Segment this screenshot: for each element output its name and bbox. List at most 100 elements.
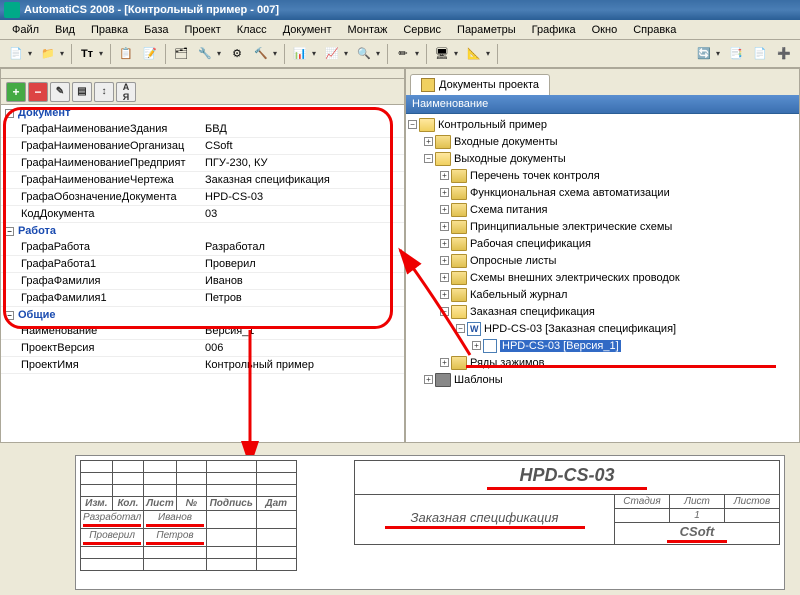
prop-row[interactable]: ГрафаФамилияИванов	[1, 273, 404, 290]
expand-icon[interactable]: +	[440, 205, 449, 214]
prop-row[interactable]: ГрафаНаименованиеЗданияБВД	[1, 121, 404, 138]
sort-button[interactable]: ↕	[94, 82, 114, 102]
expand-icon[interactable]: +	[440, 290, 449, 299]
menu-params[interactable]: Параметры	[449, 22, 524, 38]
tree-node[interactable]: +Перечень точек контроля	[408, 167, 797, 184]
folder-icon	[435, 152, 451, 166]
toolbar-btn-4[interactable]: 📝	[139, 43, 161, 65]
expand-icon[interactable]: +	[440, 171, 449, 180]
tree-root[interactable]: −Контрольный пример	[408, 116, 797, 133]
toolbar-btn-14[interactable]: 📐	[463, 43, 485, 65]
toolbar-btn-8[interactable]: 🔨	[250, 43, 272, 65]
project-tree[interactable]: −Контрольный пример +Входные документы −…	[406, 114, 799, 442]
prop-row[interactable]: ПроектИмяКонтрольный пример	[1, 357, 404, 374]
group-common[interactable]: − Общие	[1, 307, 404, 323]
expand-icon[interactable]: +	[440, 239, 449, 248]
az-button[interactable]: AЯ	[116, 82, 136, 102]
tree-node[interactable]: +Схемы внешних электрических проводок	[408, 269, 797, 286]
tree-node[interactable]: −Заказная спецификация	[408, 303, 797, 320]
expand-icon[interactable]: +	[440, 273, 449, 282]
menu-project[interactable]: Проект	[177, 22, 229, 38]
toolbar-btn-text[interactable]: Тт	[76, 43, 98, 65]
menu-document[interactable]: Документ	[275, 22, 340, 38]
expand-icon[interactable]: −	[408, 120, 417, 129]
col-sheets: Листов	[725, 495, 780, 509]
tree-node[interactable]: +Опросные листы	[408, 252, 797, 269]
toolbar-btn-9[interactable]: 📊	[289, 43, 311, 65]
drawing-code: HPD-CS-03	[355, 461, 780, 495]
properties-panel: + − ✎ ▤ ↕ AЯ − Документ ГрафаНаименовани…	[0, 68, 405, 443]
expand-icon[interactable]: +	[440, 188, 449, 197]
toolbar-btn-12[interactable]: ✏	[392, 43, 414, 65]
menu-window[interactable]: Окно	[584, 22, 626, 38]
toolbar-btn-13[interactable]: 🖥	[431, 43, 453, 65]
toolbar-btn-2[interactable]: 📁	[37, 43, 59, 65]
prop-row[interactable]: НаименованиеВерсия_1	[1, 323, 404, 340]
folder-icon	[451, 305, 467, 319]
expand-icon[interactable]: +	[424, 137, 433, 146]
toolbar-btn-10[interactable]: 📈	[321, 43, 343, 65]
collapse-icon[interactable]: −	[5, 109, 14, 118]
properties-toolbar: + − ✎ ▤ ↕ AЯ	[1, 79, 404, 105]
toolbar-btn-1[interactable]: 📄	[5, 43, 27, 65]
prop-row[interactable]: ГрафаНаименованиеЧертежаЗаказная специфи…	[1, 172, 404, 189]
group-document[interactable]: − Документ	[1, 105, 404, 121]
expand-icon[interactable]: +	[440, 358, 449, 367]
menu-class[interactable]: Класс	[229, 22, 275, 38]
toolbar-btn-5[interactable]: 🗂	[170, 43, 192, 65]
edit-button[interactable]: ✎	[50, 82, 70, 102]
toolbar-btn-3[interactable]: 📋	[115, 43, 137, 65]
expand-icon[interactable]: −	[424, 154, 433, 163]
collapse-icon[interactable]: −	[5, 227, 14, 236]
tab-project-docs[interactable]: Документы проекта	[410, 74, 550, 95]
tree-node[interactable]: +Кабельный журнал	[408, 286, 797, 303]
tree-node[interactable]: +Рабочая спецификация	[408, 235, 797, 252]
prop-row[interactable]: ПроектВерсия006	[1, 340, 404, 357]
menu-service[interactable]: Сервис	[395, 22, 449, 38]
toolbar-btn-r1[interactable]: 🔄	[693, 43, 715, 65]
tree-node[interactable]: +Принципиальные электрические схемы	[408, 218, 797, 235]
menu-file[interactable]: Файл	[4, 22, 47, 38]
expand-icon[interactable]: −	[440, 307, 449, 316]
prop-row[interactable]: ГрафаОбозначениеДокументаHPD-CS-03	[1, 189, 404, 206]
prop-row[interactable]: ГрафаФамилия1Петров	[1, 290, 404, 307]
prop-row[interactable]: ГрафаНаименованиеПредприятПГУ-230, КУ	[1, 155, 404, 172]
prop-row[interactable]: ГрафаРаботаРазработал	[1, 239, 404, 256]
toolbar-btn-r3[interactable]: 📄	[749, 43, 771, 65]
collapse-icon[interactable]: −	[5, 311, 14, 320]
tree-node[interactable]: +Ряды зажимов	[408, 354, 797, 371]
toolbar-btn-11[interactable]: 🔍	[353, 43, 375, 65]
filter-button[interactable]: ▤	[72, 82, 92, 102]
add-button[interactable]: +	[6, 82, 26, 102]
group-common-label: Общие	[18, 309, 56, 321]
tree-node[interactable]: +Функциональная схема автоматизации	[408, 184, 797, 201]
menu-montage[interactable]: Монтаж	[339, 22, 395, 38]
group-work[interactable]: − Работа	[1, 223, 404, 239]
toolbar-btn-6[interactable]: 🔧	[194, 43, 216, 65]
row-developed-name: Иванов	[144, 511, 206, 529]
tree-node[interactable]: −Выходные документы	[408, 150, 797, 167]
menu-view[interactable]: Вид	[47, 22, 83, 38]
expand-icon[interactable]: −	[456, 324, 465, 333]
toolbar-btn-r2[interactable]: 📑	[725, 43, 747, 65]
tree-node[interactable]: −HPD-CS-03 [Заказная спецификация]	[408, 320, 797, 337]
tree-node[interactable]: +Входные документы	[408, 133, 797, 150]
expand-icon[interactable]: +	[424, 375, 433, 384]
prop-row[interactable]: КодДокумента03	[1, 206, 404, 223]
menu-edit[interactable]: Правка	[83, 22, 136, 38]
tree-node-selected[interactable]: +HPD-CS-03 [Версия_1]	[408, 337, 797, 354]
expand-icon[interactable]: +	[440, 256, 449, 265]
menu-graphics[interactable]: Графика	[524, 22, 584, 38]
expand-icon[interactable]: +	[440, 222, 449, 231]
folder-icon	[451, 254, 467, 268]
prop-row[interactable]: ГрафаРабота1Проверил	[1, 256, 404, 273]
toolbar-btn-7[interactable]: ⚙	[226, 43, 248, 65]
menu-base[interactable]: База	[136, 22, 176, 38]
toolbar-btn-r4[interactable]: ➕	[773, 43, 795, 65]
expand-icon[interactable]: +	[472, 341, 481, 350]
remove-button[interactable]: −	[28, 82, 48, 102]
tree-node[interactable]: +Схема питания	[408, 201, 797, 218]
prop-row[interactable]: ГрафаНаименованиеОрганизацCSoft	[1, 138, 404, 155]
tree-node[interactable]: +Шаблоны	[408, 371, 797, 388]
menu-help[interactable]: Справка	[625, 22, 684, 38]
